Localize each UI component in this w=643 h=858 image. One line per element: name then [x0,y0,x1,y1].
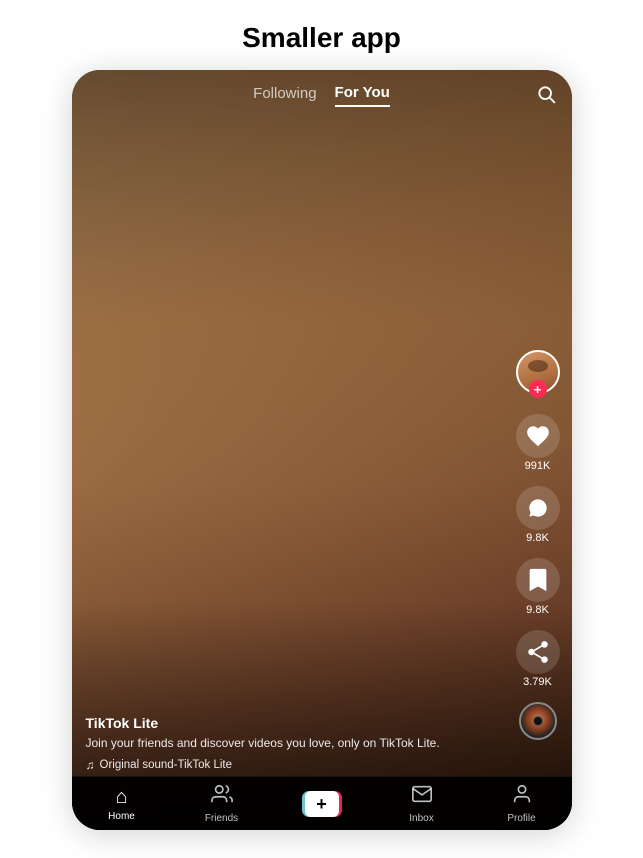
friends-label: Friends [205,813,238,824]
music-disc [519,702,557,740]
video-username: TikTok Lite [86,715,506,731]
video-info: TikTok Lite Join your friends and discov… [86,715,506,772]
friends-icon [211,783,233,811]
phone-frame: Following For You + [72,70,572,830]
home-label: Home [108,811,135,822]
bottom-navigation: ⌂ Home Friends + [72,776,572,830]
inbox-label: Inbox [409,813,433,824]
top-navigation: Following For You [72,70,572,117]
nav-profile[interactable]: Profile [472,783,572,824]
music-title: Original sound-TikTok Lite [100,759,233,771]
like-count: 991K [525,460,551,472]
nav-add[interactable]: + [272,791,372,817]
nav-friends[interactable]: Friends [172,783,272,824]
page-title: Smaller app [242,0,401,70]
creator-avatar[interactable]: + [516,350,560,400]
music-note-icon: ♫ [86,758,95,772]
follow-badge: + [529,380,547,398]
inbox-icon [411,783,433,811]
video-music: ♫ Original sound-TikTok Lite [86,758,506,772]
like-button[interactable]: 991K [516,414,560,472]
action-sidebar: + 991K 9.8K [516,350,560,740]
bookmark-count: 9.8K [526,604,549,616]
profile-icon [511,783,533,811]
nav-home[interactable]: ⌂ Home [72,786,172,822]
share-button[interactable]: 3.79K [516,630,560,688]
comment-count: 9.8K [526,532,549,544]
tab-for-you[interactable]: For You [335,84,390,107]
bookmark-button[interactable]: 9.8K [516,558,560,616]
home-icon: ⌂ [115,786,127,809]
comment-button[interactable]: 9.8K [516,486,560,544]
profile-label: Profile [507,813,535,824]
video-description: Join your friends and discover videos yo… [86,735,506,752]
nav-inbox[interactable]: Inbox [372,783,472,824]
tab-following[interactable]: Following [253,85,316,106]
add-icon: + [316,795,327,813]
search-icon[interactable] [536,84,556,110]
share-count: 3.79K [523,676,552,688]
